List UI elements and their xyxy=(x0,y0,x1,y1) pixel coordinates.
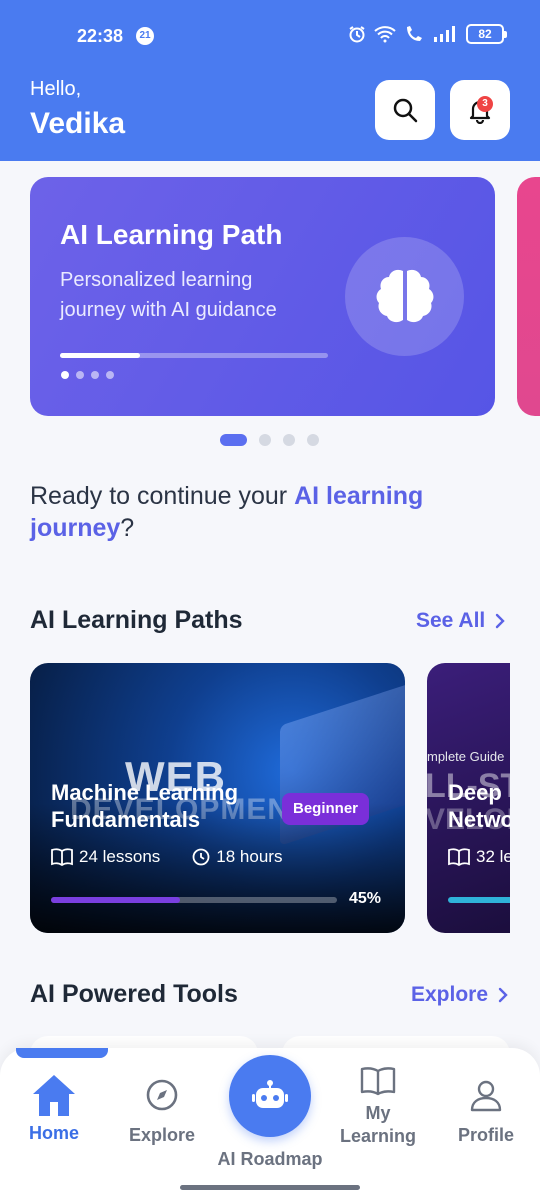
inner-dot-active xyxy=(61,371,69,379)
nav-ai-roadmap-label: AI Roadmap xyxy=(217,1149,323,1169)
book-icon xyxy=(448,848,470,866)
status-notification-badge: 21 xyxy=(136,27,154,45)
course-progress-percent: 45% xyxy=(349,890,382,907)
welcome-message: Ready to continue your AI learning journ… xyxy=(30,480,510,544)
status-time: 22:38 xyxy=(77,26,124,46)
course-title: Deep Netwo xyxy=(448,780,510,832)
alarm-icon xyxy=(349,26,365,43)
card-bg-text: mplete Guide xyxy=(427,749,505,764)
compass-icon xyxy=(146,1079,178,1111)
chevron-right-icon xyxy=(498,987,508,1003)
course-progress-fill xyxy=(51,897,180,903)
banner-inner-dots xyxy=(61,371,114,379)
nav-home-label: Home xyxy=(28,1123,79,1143)
brain-icon-circle xyxy=(345,237,464,356)
section-title-learning-paths: AI Learning Paths xyxy=(30,606,243,634)
course-title: Machine Learning Fundamentals xyxy=(51,780,239,832)
inner-dot xyxy=(91,371,99,379)
nav-home[interactable]: Home xyxy=(14,1072,94,1145)
status-bar: 22:38 21 82 xyxy=(0,0,540,72)
banner-title: AI Learning Path xyxy=(60,219,283,250)
lesson-count: 24 lessons xyxy=(79,847,161,866)
course-progress-bar xyxy=(448,897,510,903)
status-icons: 82 xyxy=(348,24,507,44)
greeting-text: Hello, xyxy=(30,78,82,100)
clock-icon xyxy=(192,848,210,866)
see-all-label: See All xyxy=(416,609,486,632)
carousel-dot[interactable] xyxy=(307,434,319,446)
carousel-dot-active[interactable] xyxy=(220,434,247,446)
explore-tools-link[interactable]: Explore xyxy=(411,983,508,1007)
search-icon xyxy=(393,98,418,123)
user-icon xyxy=(470,1080,502,1112)
home-icon xyxy=(33,1075,75,1116)
nav-my-learning[interactable]: My Learning xyxy=(333,1066,423,1148)
nav-profile[interactable]: Profile xyxy=(446,1078,526,1147)
username: Vedika xyxy=(30,107,126,140)
nav-explore-label: Explore xyxy=(128,1125,196,1145)
book-icon xyxy=(51,848,73,866)
chevron-right-icon xyxy=(496,613,505,629)
course-card-deep-networks[interactable]: mplete Guide LL-STA VELOP Deep Netwo 32 … xyxy=(427,663,510,933)
app-header: 22:38 21 82 Hello, Vedika 3 xyxy=(0,0,540,161)
brain-icon xyxy=(376,269,433,322)
inner-dot xyxy=(76,371,84,379)
nav-ai-roadmap[interactable]: AI Roadmap xyxy=(213,1148,327,1171)
nav-profile-label: Profile xyxy=(457,1125,514,1145)
notifications-button[interactable]: 3 xyxy=(450,80,510,140)
signal-icon xyxy=(434,26,455,42)
book-icon xyxy=(360,1067,396,1096)
robot-icon xyxy=(252,1080,288,1108)
banner-ai-learning-path[interactable]: AI Learning Path Personalized learning j… xyxy=(30,177,495,416)
banner-next-peek[interactable] xyxy=(517,177,540,416)
ai-roadmap-button[interactable] xyxy=(229,1055,311,1137)
home-indicator[interactable] xyxy=(180,1185,360,1190)
carousel-dot[interactable] xyxy=(283,434,295,446)
active-tab-indicator xyxy=(16,1048,108,1058)
section-title-ai-tools: AI Powered Tools xyxy=(30,980,238,1008)
course-meta: 24 lessons 18 hours xyxy=(51,847,282,867)
call-icon xyxy=(407,26,422,41)
inner-dot xyxy=(106,371,114,379)
carousel-indicator xyxy=(220,434,319,446)
notification-count-badge: 3 xyxy=(477,96,493,112)
course-meta: 32 le xyxy=(448,847,510,867)
see-all-link[interactable]: See All xyxy=(416,609,505,633)
welcome-prefix: Ready to continue your xyxy=(30,482,295,510)
wifi-icon xyxy=(374,26,396,43)
course-progress-bar xyxy=(51,897,337,903)
course-card-machine-learning[interactable]: WEB DEVELOPMENT Machine Learning Fundame… xyxy=(30,663,405,933)
battery-icon: 82 xyxy=(466,24,507,44)
level-badge: Beginner xyxy=(282,793,370,825)
nav-my-learning-label: My Learning xyxy=(339,1103,416,1146)
course-duration: 18 hours xyxy=(216,847,283,866)
lesson-count: 32 le xyxy=(476,847,510,866)
nav-explore[interactable]: Explore xyxy=(122,1078,202,1147)
welcome-suffix: ? xyxy=(120,514,135,542)
banner-progress-fill xyxy=(60,353,141,358)
explore-tools-label: Explore xyxy=(411,983,489,1006)
banner-subtitle: Personalized learning journey with AI gu… xyxy=(60,269,277,321)
search-button[interactable] xyxy=(375,80,435,140)
carousel-dot[interactable] xyxy=(259,434,271,446)
banner-progress-bar xyxy=(60,353,328,358)
